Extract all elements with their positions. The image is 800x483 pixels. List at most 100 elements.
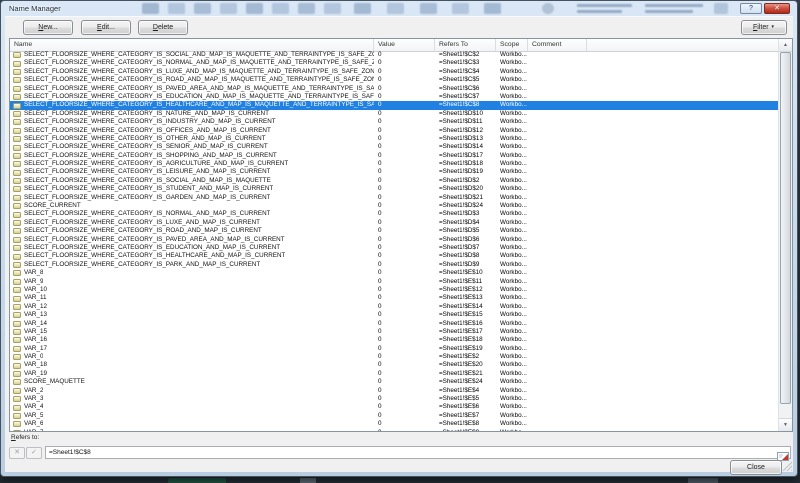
table-row[interactable]: VAR_80=Sheet1!$E$10Workbo... — [10, 269, 779, 277]
table-row[interactable]: VAR_20=Sheet1!$E$4Workbo... — [10, 387, 779, 395]
resize-grip[interactable] — [781, 460, 792, 471]
table-row[interactable]: VAR_120=Sheet1!$E$14Workbo... — [10, 303, 779, 311]
table-row[interactable]: VAR_70=Sheet1!$E$9Workbo... — [10, 429, 779, 431]
value-cell: 0 — [374, 403, 435, 411]
filter-button[interactable]: Filter ▼ — [741, 20, 787, 35]
table-row[interactable]: SELECT_FLOORSIZE_WHERE_CATEGORY_IS_GARDE… — [10, 194, 779, 202]
table-row[interactable]: SELECT_FLOORSIZE_WHERE_CATEGORY_IS_SHOPP… — [10, 152, 779, 160]
value-cell: 0 — [374, 420, 435, 428]
table-row[interactable]: VAR_140=Sheet1!$E$16Workbo... — [10, 320, 779, 328]
table-row[interactable]: VAR_60=Sheet1!$E$8Workbo... — [10, 420, 779, 428]
table-row[interactable]: SELECT_FLOORSIZE_WHERE_CATEGORY_IS_EDUCA… — [10, 93, 779, 101]
name-cell: VAR_14 — [10, 320, 374, 328]
value-cell: 0 — [374, 93, 435, 101]
table-row[interactable]: VAR_30=Sheet1!$E$5Workbo... — [10, 395, 779, 403]
scroll-up-button[interactable]: ▲ — [779, 39, 792, 52]
dialog-titlebar[interactable]: Name Manager ? ✕ — [2, 1, 796, 16]
table-row[interactable]: SELECT_FLOORSIZE_WHERE_CATEGORY_IS_OFFIC… — [10, 127, 779, 135]
scope-cell: Workbo... — [496, 210, 528, 218]
table-row[interactable]: SELECT_FLOORSIZE_WHERE_CATEGORY_IS_PARK_… — [10, 261, 779, 269]
table-row[interactable]: SELECT_FLOORSIZE_WHERE_CATEGORY_IS_SOCIA… — [10, 177, 779, 185]
defined-name-icon — [13, 161, 21, 167]
defined-name-icon — [13, 136, 21, 142]
refers-to-cell: =Sheet1!$D$14 — [435, 143, 496, 151]
table-row[interactable]: SELECT_FLOORSIZE_WHERE_CATEGORY_IS_LUXE_… — [10, 219, 779, 227]
scrollbar-thumb[interactable] — [780, 52, 791, 404]
statusbar-blob — [688, 478, 718, 483]
table-row[interactable]: SELECT_FLOORSIZE_WHERE_CATEGORY_IS_LUXE_… — [10, 68, 779, 76]
refers-to-input[interactable] — [45, 446, 791, 459]
table-row[interactable]: SELECT_FLOORSIZE_WHERE_CATEGORY_IS_STUDE… — [10, 185, 779, 193]
defined-name-icon — [13, 254, 21, 260]
scroll-down-button[interactable]: ▼ — [779, 418, 792, 431]
table-row[interactable]: SELECT_FLOORSIZE_WHERE_CATEGORY_IS_AGRIC… — [10, 160, 779, 168]
table-row[interactable]: VAR_90=Sheet1!$E$11Workbo... — [10, 278, 779, 286]
edit-button[interactable]: Edit... — [81, 20, 131, 35]
table-row[interactable]: SELECT_FLOORSIZE_WHERE_CATEGORY_IS_HEALT… — [10, 252, 779, 260]
table-row[interactable]: SELECT_FLOORSIZE_WHERE_CATEGORY_IS_NATUR… — [10, 110, 779, 118]
collapse-dialog-icon[interactable] — [777, 448, 789, 457]
name-cell: VAR_6 — [10, 420, 374, 428]
refers-to-bar: ✕ ✓ — [9, 446, 791, 460]
cancel-entry-button[interactable]: ✕ — [9, 447, 25, 459]
name-cell: VAR_5 — [10, 412, 374, 420]
table-row[interactable]: SELECT_FLOORSIZE_WHERE_CATEGORY_IS_ROAD_… — [10, 227, 779, 235]
value-cell: 0 — [374, 101, 435, 109]
table-row[interactable]: SELECT_FLOORSIZE_WHERE_CATEGORY_IS_NORMA… — [10, 59, 779, 67]
column-header-refers-to[interactable]: Refers To — [435, 39, 496, 51]
table-row[interactable]: VAR_190=Sheet1!$E$21Workbo... — [10, 370, 779, 378]
name-text: VAR_15 — [24, 328, 47, 336]
table-row[interactable]: SELECT_FLOORSIZE_WHERE_CATEGORY_IS_NORMA… — [10, 210, 779, 218]
table-row[interactable]: VAR_40=Sheet1!$E$6Workbo... — [10, 403, 779, 411]
value-cell: 0 — [374, 118, 435, 126]
table-row[interactable]: VAR_00=Sheet1!$E$2Workbo... — [10, 353, 779, 361]
table-row[interactable]: SELECT_FLOORSIZE_WHERE_CATEGORY_IS_SOCIA… — [10, 51, 779, 59]
scope-cell: Workbo... — [496, 378, 528, 386]
table-row[interactable]: SELECT_FLOORSIZE_WHERE_CATEGORY_IS_PAVED… — [10, 236, 779, 244]
column-header-scope[interactable]: Scope — [496, 39, 528, 51]
defined-name-icon — [13, 379, 21, 385]
table-row[interactable]: VAR_180=Sheet1!$E$20Workbo... — [10, 361, 779, 369]
table-row[interactable]: SELECT_FLOORSIZE_WHERE_CATEGORY_IS_LEISU… — [10, 168, 779, 176]
scope-cell: Workbo... — [496, 303, 528, 311]
table-row[interactable]: VAR_100=Sheet1!$E$12Workbo... — [10, 286, 779, 294]
column-header-comment[interactable]: Comment — [528, 39, 587, 51]
window-close-button[interactable]: ✕ — [764, 3, 790, 14]
value-cell: 0 — [374, 278, 435, 286]
table-row[interactable]: SELECT_FLOORSIZE_WHERE_CATEGORY_IS_SENIO… — [10, 143, 779, 151]
defined-name-icon — [13, 287, 21, 293]
scope-cell: Workbo... — [496, 118, 528, 126]
table-row[interactable]: VAR_160=Sheet1!$E$18Workbo... — [10, 336, 779, 344]
table-row[interactable]: SCORE_MAQUETTE0=Sheet1!$E$24Workbo... — [10, 378, 779, 386]
close-button[interactable]: Close — [730, 460, 782, 475]
vertical-scrollbar[interactable]: ▲ ▼ — [778, 39, 792, 431]
table-row[interactable]: SCORE_CURRENT0=Sheet1!$D$24Workbo... — [10, 202, 779, 210]
column-header-value[interactable]: Value — [374, 39, 435, 51]
value-cell: 0 — [374, 185, 435, 193]
table-row[interactable]: SELECT_FLOORSIZE_WHERE_CATEGORY_IS_INDUS… — [10, 118, 779, 126]
table-row[interactable]: SELECT_FLOORSIZE_WHERE_CATEGORY_IS_PAVED… — [10, 85, 779, 93]
table-row[interactable]: SELECT_FLOORSIZE_WHERE_CATEGORY_IS_OTHER… — [10, 135, 779, 143]
table-row[interactable]: SELECT_FLOORSIZE_WHERE_CATEGORY_IS_EDUCA… — [10, 244, 779, 252]
confirm-entry-button[interactable]: ✓ — [26, 447, 42, 459]
table-row[interactable]: VAR_170=Sheet1!$E$19Workbo... — [10, 345, 779, 353]
value-cell: 0 — [374, 345, 435, 353]
table-row[interactable]: VAR_50=Sheet1!$E$7Workbo... — [10, 412, 779, 420]
table-row[interactable]: SELECT_FLOORSIZE_WHERE_CATEGORY_IS_ROAD_… — [10, 76, 779, 84]
refers-to-cell: =Sheet1!$C$6 — [435, 85, 496, 93]
refers-to-cell: =Sheet1!$E$13 — [435, 294, 496, 302]
help-button[interactable]: ? — [740, 3, 762, 14]
delete-button[interactable]: Delete — [138, 20, 188, 35]
new-button[interactable]: New... — [23, 20, 73, 35]
value-cell: 0 — [374, 160, 435, 168]
scope-cell: Workbo... — [496, 261, 528, 269]
table-row[interactable]: SELECT_FLOORSIZE_WHERE_CATEGORY_IS_HEALT… — [10, 101, 779, 109]
name-cell: SELECT_FLOORSIZE_WHERE_CATEGORY_IS_PARK_… — [10, 261, 374, 269]
scope-cell: Workbo... — [496, 177, 528, 185]
table-row[interactable]: VAR_150=Sheet1!$E$17Workbo... — [10, 328, 779, 336]
value-cell: 0 — [374, 85, 435, 93]
table-row[interactable]: VAR_110=Sheet1!$E$13Workbo... — [10, 294, 779, 302]
name-cell: SELECT_FLOORSIZE_WHERE_CATEGORY_IS_OTHER… — [10, 135, 374, 143]
table-row[interactable]: VAR_130=Sheet1!$E$15Workbo... — [10, 311, 779, 319]
column-header-name[interactable]: Name — [10, 39, 374, 51]
